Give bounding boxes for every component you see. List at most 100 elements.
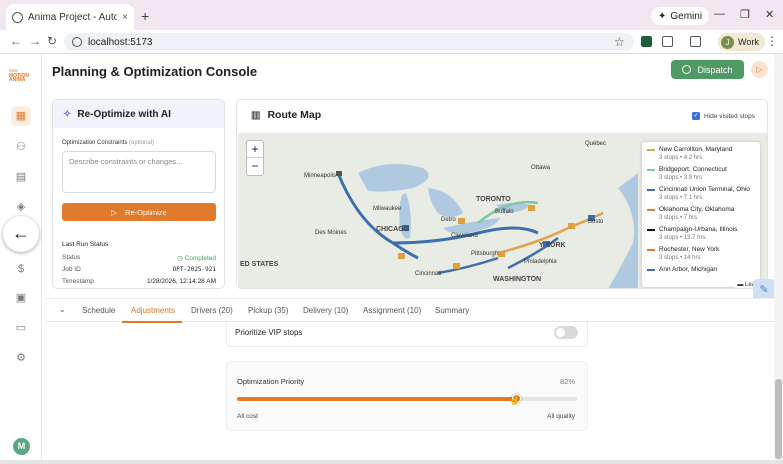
check-circle-icon (682, 65, 692, 74)
tab-schedule[interactable]: Schedule (82, 306, 115, 315)
legend-route-meta: 3 stops • 13.7 hrs (659, 235, 706, 241)
map-marker[interactable] (568, 223, 575, 229)
tab-summary[interactable]: Summary (435, 306, 469, 315)
legend-route-name: Oklahoma City, Oklahoma (647, 206, 755, 213)
map-marker[interactable] (498, 251, 505, 257)
chevron-down-icon[interactable]: ⌄ (59, 305, 66, 314)
map-marker[interactable] (458, 218, 465, 224)
tab-assignment[interactable]: Assignment (10) (363, 306, 421, 315)
tab-bar: ⌄ Schedule Adjustments Drivers (20) Pick… (46, 298, 774, 323)
legend-route-name: Rochester, New York (647, 246, 755, 253)
users-icon[interactable]: ⚇ (15, 141, 27, 153)
legend-item[interactable]: New Carrollton, Maryland 3 stops • 4.2 hr… (647, 146, 755, 161)
browser-tab[interactable]: Anima Project - Automatically c × (6, 4, 134, 30)
legend-item[interactable]: Oklahoma City, Oklahoma 3 stops • 7 hrs (647, 206, 755, 221)
profile-button[interactable]: J Work (718, 33, 765, 51)
profile-label: Work (738, 37, 759, 47)
reoptimize-button-label: Re-Optimize (125, 207, 167, 217)
dollar-icon[interactable]: $ (15, 263, 27, 275)
map-marker[interactable] (336, 171, 342, 176)
back-overlay-button[interactable]: ← (3, 216, 39, 252)
checkbox-checked-icon[interactable]: ✓ (692, 112, 701, 120)
tab-pickup[interactable]: Pickup (35) (248, 306, 288, 315)
tab-delivery[interactable]: Delivery (10) (303, 306, 348, 315)
status-row: Status ◷ Completed (62, 254, 216, 262)
sparkle-icon: ✦ (658, 10, 667, 22)
minimize-button[interactable]: — (714, 8, 725, 20)
priority-value: 82% (559, 377, 575, 386)
url-field[interactable]: localhost:5173 (64, 33, 634, 51)
map-marker[interactable] (453, 263, 460, 269)
map-canvas[interactable]: + − Minneapolis Milwaukee CHICAGO Des Mo… (238, 133, 767, 288)
status-value: ◷ Completed (177, 255, 216, 262)
legend-item[interactable]: Bridgeport, Connecticut 3 stops • 3.9 hrs (647, 166, 755, 181)
legend-swatch (647, 248, 655, 251)
dispatch-button[interactable]: Dispatch (671, 60, 744, 79)
priority-label: Optimization Priority (237, 377, 305, 386)
timestamp-row: Timestamp 1/28/2026, 12:14:28 AM (62, 278, 216, 285)
maximize-button[interactable]: ❐ (740, 8, 750, 21)
legend-swatch (647, 228, 655, 231)
play-icon[interactable]: ▷ (751, 61, 768, 78)
legend-item[interactable]: Rochester, New York 3 stops • 14 hrs (647, 246, 755, 261)
map-label: Philadelphia (524, 259, 557, 265)
legend-route-label: Bridgeport, Connecticut (659, 166, 727, 173)
reoptimize-panel: ✧ Re-Optimize with AI Optimization Const… (52, 99, 225, 289)
gear-icon[interactable]: ⚙ (15, 352, 27, 364)
hide-visited-label: Hide visited stops (704, 112, 755, 120)
tab-adjustments[interactable]: Adjustments (131, 306, 175, 315)
status-label: Status (62, 254, 81, 261)
folder-icon[interactable]: ▭ (15, 322, 27, 334)
puzzle-icon[interactable] (662, 36, 673, 47)
active-tab-indicator (122, 321, 182, 323)
grid-icon[interactable]: ▦ (11, 106, 31, 126)
gemini-button[interactable]: ✦ Gemini (651, 7, 710, 25)
map-label: WASHINGTON (493, 276, 542, 283)
back-arrow-icon[interactable]: ← (10, 34, 22, 48)
user-avatar[interactable]: M (13, 438, 30, 455)
legend-route-meta: 3 stops • 14 hrs (659, 255, 701, 261)
page-scrollbar[interactable] (774, 54, 783, 460)
browser-tab-bar: Anima Project - Automatically c × + ✦ Ge… (0, 0, 783, 30)
route-map-panel: ▥ Route Map ✓ Hide visited stops + − Min… (236, 99, 768, 289)
menu-kebab-icon[interactable]: ⋮ (766, 34, 778, 48)
map-label: Pittsburgh (471, 251, 499, 257)
reoptimize-button[interactable]: ▷ Re-Optimize (62, 203, 216, 221)
legend-route-meta: 3 stops • 3.9 hrs (659, 175, 703, 181)
legend-item[interactable]: Ann Arbor, Michigan (647, 266, 755, 273)
bookmark-star-icon[interactable]: ☆ (614, 35, 625, 49)
map-marker[interactable] (528, 205, 535, 211)
close-window-button[interactable]: ✕ (765, 8, 774, 21)
close-tab-icon[interactable]: × (122, 12, 128, 23)
forward-arrow-icon[interactable]: → (29, 34, 41, 48)
map-marker[interactable] (398, 253, 405, 259)
zoom-out-button[interactable]: − (247, 158, 263, 175)
legend-item[interactable]: Cincinnati Union Terminal, Ohio 3 stops •… (647, 186, 755, 201)
timestamp-label: Timestamp (62, 278, 94, 285)
constraints-optional: (optional) (129, 140, 155, 146)
slider-fill (237, 397, 516, 401)
url-text: localhost:5173 (88, 36, 153, 48)
document-icon[interactable]: ▣ (15, 292, 27, 304)
constraints-textarea[interactable]: Describe constraints or changes... (62, 151, 216, 193)
tab-drivers[interactable]: Drivers (20) (191, 306, 233, 315)
zoom-in-button[interactable]: + (247, 141, 263, 158)
clipboard-icon[interactable]: ▤ (15, 171, 27, 183)
play-icon: ▷ (111, 207, 118, 217)
hide-visited-checkbox[interactable]: ✓ Hide visited stops (692, 112, 755, 120)
new-tab-button[interactable]: + (141, 8, 149, 24)
map-label: Bosto (588, 219, 604, 225)
reload-icon[interactable]: ↻ (47, 34, 57, 48)
status-text: Completed (184, 255, 216, 262)
priority-slider[interactable] (237, 394, 577, 403)
scrollbar-thumb[interactable] (775, 379, 782, 459)
legend-swatch (647, 188, 655, 191)
map-label: Y YORK (539, 242, 566, 249)
legend-route-meta: 3 stops • 7.1 hrs (659, 195, 703, 201)
extension-icon[interactable] (641, 36, 652, 47)
box-icon[interactable]: ◈ (15, 201, 27, 213)
site-info-icon[interactable] (72, 37, 82, 47)
vip-toggle[interactable] (554, 326, 578, 339)
cast-icon[interactable] (690, 36, 701, 47)
legend-item[interactable]: Champaign-Urbana, Illinois 3 stops • 13.7… (647, 226, 755, 241)
